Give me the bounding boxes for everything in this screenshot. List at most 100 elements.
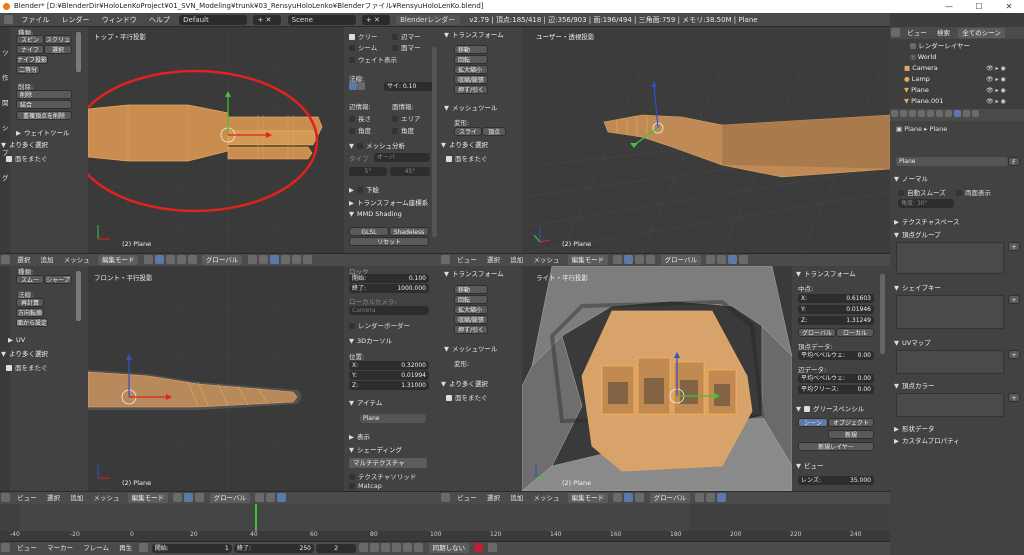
auto-smooth-check[interactable]: 自動スムーズ — [898, 187, 946, 197]
seam-check[interactable]: シーム — [349, 42, 377, 52]
editor-type-icon[interactable] — [4, 15, 13, 24]
flip-direction-button[interactable]: 方向転換 — [16, 308, 44, 317]
analysis-min-field[interactable]: 5° — [349, 167, 387, 176]
edge-bevel-weight-field[interactable]: 平均ベベルウェ: 0.00 — [798, 374, 874, 383]
menu-add-2[interactable]: 追加 — [506, 254, 527, 266]
vertex-group-add-button[interactable]: + — [1008, 242, 1020, 251]
bisect-button[interactable]: 二等分 — [16, 65, 40, 74]
knife-button[interactable]: ナイフ — [16, 45, 44, 54]
vertex-groups-list[interactable] — [896, 242, 1004, 274]
item-name-field[interactable]: Plane — [360, 414, 426, 423]
geometry-data-header[interactable]: ▶ 形状データ — [894, 423, 935, 433]
pivot-icon-4[interactable] — [624, 493, 634, 502]
outliner-plane[interactable]: ▼ Plane — [904, 85, 929, 95]
item-header[interactable]: ▼ アイテム — [349, 397, 382, 407]
select-more-header-user[interactable]: ▼ より多く選択 — [441, 139, 488, 149]
transform-header[interactable]: ▼ トランスフォーム — [444, 29, 504, 39]
shelf-scrollbar[interactable] — [76, 32, 81, 72]
outliner-plane-001[interactable]: ▼ Plane.001 — [904, 96, 943, 106]
face-step-checkbox-user[interactable]: 面をまたぐ — [446, 153, 488, 163]
outliner-render-layers[interactable]: ▤ レンダーレイヤー — [910, 41, 970, 51]
pivot-icon-2[interactable] — [624, 255, 634, 264]
shading-icon-4[interactable] — [613, 493, 623, 502]
shadeless-button[interactable]: Shadeless — [389, 227, 429, 236]
edge-mark-check[interactable]: 辺マー — [392, 31, 421, 41]
smooth-button[interactable]: スムー — [16, 275, 44, 284]
normal-size-field[interactable]: サイ: 0.10 — [384, 82, 434, 91]
menu-mesh[interactable]: メッシュ — [60, 254, 94, 266]
viewport-user[interactable]: ユーザー・透視投影 (2) Plane — [522, 27, 890, 253]
outliner-display-mode[interactable]: 全てのシーン — [958, 28, 1005, 38]
menu-select[interactable]: 選択 — [13, 254, 34, 266]
timeline-view-menu[interactable]: ビュー — [13, 542, 41, 554]
join-button[interactable]: 結合 — [16, 100, 72, 109]
frame-end-field[interactable]: 終了: 250 — [233, 544, 314, 553]
push-pull-button-right[interactable]: 押す/引く — [454, 325, 488, 334]
normals-panel-header[interactable]: ▼ ノーマル — [894, 173, 928, 183]
record-icon[interactable] — [474, 543, 484, 552]
orientation-dropdown[interactable]: グローバル — [201, 255, 243, 265]
play-reverse-icon[interactable] — [381, 543, 391, 552]
rotate-button-right[interactable]: 回転 — [454, 295, 488, 304]
world-tab-icon[interactable] — [918, 110, 925, 117]
knife-project-button[interactable]: ナイフ投影 — [16, 55, 48, 64]
view3d-editor-icon-2[interactable] — [441, 255, 450, 264]
current-frame-field[interactable]: 2 — [316, 544, 357, 553]
edge-angle-check[interactable]: 角度 — [349, 125, 371, 135]
uv-maps-list[interactable] — [896, 350, 1004, 374]
jump-start-icon[interactable] — [359, 543, 369, 552]
maximize-button[interactable]: ☐ — [964, 0, 994, 13]
edge-length-check[interactable]: 長さ — [349, 113, 371, 123]
close-button[interactable]: ✕ — [994, 0, 1024, 13]
manipulator-icon[interactable] — [165, 255, 175, 264]
face-normal-icon[interactable] — [357, 82, 365, 90]
texture-solid-check[interactable]: テクスチャソリッド — [349, 471, 416, 481]
menu-file[interactable]: ファイル — [16, 13, 54, 27]
select-more-header-right[interactable]: ▼ より多く選択 — [441, 378, 488, 388]
edge-select-icon-3[interactable] — [266, 493, 276, 502]
translate-icon-2[interactable] — [646, 255, 656, 264]
view-panel-header[interactable]: ▼ ビュー — [796, 460, 824, 470]
vertex-select-icon[interactable] — [247, 255, 257, 264]
face-select-icon[interactable] — [269, 255, 279, 264]
menu-select-2[interactable]: 選択 — [483, 254, 504, 266]
vertex-groups-header[interactable]: ▼ 頂点グループ — [894, 229, 941, 239]
select-more-header-front[interactable]: ▼ より多く選択 — [1, 348, 48, 358]
shape-keys-header[interactable]: ▼ シェイプキー — [894, 282, 941, 292]
median-z-field[interactable]: Z: 1.31249 — [798, 316, 874, 325]
sharp-button[interactable]: シャープ — [44, 275, 72, 284]
weight-tools-header[interactable]: ▶ ウェイトツール — [16, 127, 70, 137]
next-key-icon[interactable] — [403, 543, 413, 552]
edge-select-icon-4[interactable] — [706, 493, 716, 502]
shelf-scrollbar-front[interactable] — [76, 271, 81, 321]
menu-mesh-2[interactable]: メッシュ — [529, 254, 563, 266]
remove-doubles-button[interactable]: 重複頂点を削除 — [16, 111, 72, 120]
menu-view-2[interactable]: ビュー — [453, 254, 481, 266]
grease-new-layer-button[interactable]: 新規レイヤー — [798, 442, 874, 451]
keying-set-icon[interactable] — [487, 543, 497, 552]
vertex-select-icon-4[interactable] — [695, 493, 705, 502]
mesh-analysis-header[interactable]: ▼ メッシュ分析 — [349, 140, 405, 150]
view3d-editor-icon-4[interactable] — [441, 493, 450, 502]
mode-dropdown-2[interactable]: 編集モード — [567, 255, 609, 265]
mode-dropdown-3[interactable]: 編集モード — [127, 493, 169, 503]
local-toggle[interactable]: ローカル — [836, 328, 874, 337]
face-area-check[interactable]: エリア — [392, 113, 421, 123]
cursor-x-field[interactable]: X: 0.32000 — [349, 361, 429, 370]
scene-selector[interactable]: Scene — [287, 15, 356, 25]
tab-create[interactable]: 作 — [2, 72, 9, 82]
tab-tools[interactable]: ツ — [2, 47, 9, 57]
rotate-button[interactable]: 回転 — [454, 55, 488, 64]
slide-button[interactable]: スライ — [454, 127, 482, 136]
median-x-field[interactable]: X: 0.61603 — [798, 294, 874, 303]
menu-window[interactable]: ウィンドウ — [97, 13, 142, 27]
matcap-check[interactable]: Matcap — [349, 482, 382, 490]
manipulator-icon-2[interactable] — [635, 255, 645, 264]
snap-icon[interactable] — [302, 255, 312, 264]
vertex-select-icon-2[interactable] — [706, 255, 716, 264]
vertex-select-icon-3[interactable] — [255, 493, 265, 502]
manipulator-icon-4[interactable] — [635, 493, 645, 502]
background-images-header[interactable]: ▶ 下絵 — [349, 184, 379, 194]
uv-header[interactable]: ▶ UV — [8, 336, 25, 344]
orientation-dropdown-2[interactable]: グローバル — [660, 255, 702, 265]
